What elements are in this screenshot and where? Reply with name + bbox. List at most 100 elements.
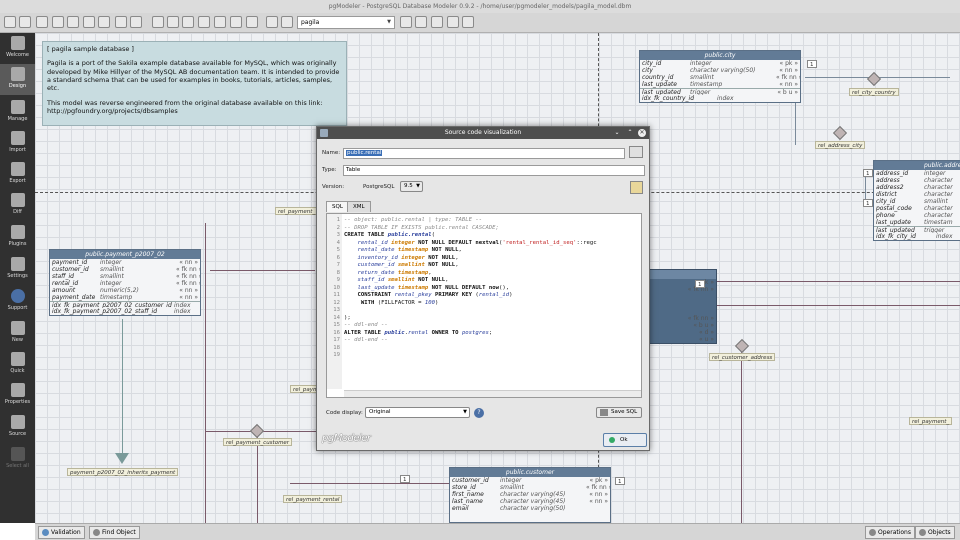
table-row[interactable]: city character varying(50) « nn »: [640, 67, 800, 74]
print-icon[interactable]: [98, 16, 110, 28]
table-row[interactable]: store_id smallint « fk nn »: [450, 484, 610, 491]
save-sql-button[interactable]: Save SQL: [596, 407, 642, 418]
table-row[interactable]: address_id integer: [874, 170, 960, 177]
relationship-diamond[interactable]: [866, 71, 882, 87]
relationship-label[interactable]: rel_payment_: [909, 417, 953, 425]
table-row[interactable]: first_name character varying(45) « nn »: [450, 491, 610, 498]
minimize-icon[interactable]: ⌄: [613, 129, 621, 137]
table-row[interactable]: email character varying(50): [450, 505, 610, 512]
find-object-button[interactable]: Find Object: [89, 526, 140, 539]
schema-select[interactable]: pagila ▼: [297, 16, 395, 29]
table-row[interactable]: idx_fk_country_id index: [640, 95, 800, 102]
objects-button[interactable]: Objects: [915, 526, 955, 539]
table-row[interactable]: idx_fk_city_id index: [874, 233, 960, 240]
table-row[interactable]: amount numeric(5,2) « nn »: [50, 287, 200, 294]
dialog-titlebar[interactable]: Source code visualization ⌄ ⌃ ✕: [317, 127, 649, 139]
sidebar-item-design[interactable]: Design: [0, 64, 35, 95]
horizontal-scrollbar[interactable]: [344, 390, 641, 397]
zoom-in-icon[interactable]: [152, 16, 164, 28]
save-icon[interactable]: [36, 16, 48, 28]
table-row[interactable]: rental_id integer « fk nn »: [50, 280, 200, 287]
table-city[interactable]: public.city city_id integer « pk » city cha…: [639, 50, 801, 103]
sidebar-item-new[interactable]: New: [0, 318, 35, 349]
table-row[interactable]: address character: [874, 177, 960, 184]
save-as-icon[interactable]: [67, 16, 79, 28]
diff-icon[interactable]: [130, 16, 142, 28]
version-select[interactable]: 9.5 ▼: [400, 181, 423, 192]
relationship-diamond[interactable]: [249, 423, 265, 439]
settings-icon[interactable]: [462, 16, 474, 28]
close-icon[interactable]: ✕: [638, 129, 646, 137]
code-options-icon[interactable]: [630, 181, 643, 194]
sidebar-item-properties[interactable]: Properties: [0, 380, 35, 411]
open-icon[interactable]: [19, 16, 31, 28]
table-row[interactable]: postal_code character: [874, 205, 960, 212]
sidebar-item-import[interactable]: Import: [0, 128, 35, 159]
table-row[interactable]: city_id smallint: [874, 198, 960, 205]
sidebar-item-select-all[interactable]: Select all: [0, 444, 35, 475]
table-row[interactable]: country_id smallint « fk nn »: [640, 74, 800, 81]
code-display-select[interactable]: Original ▼: [365, 407, 470, 418]
table-customer[interactable]: public.customer customer_id integer « pk »…: [449, 467, 611, 523]
table-row[interactable]: idx_fk_payment_p2007_02_staff_id index: [50, 308, 200, 315]
table-row[interactable]: last_update timestamp « nn »: [640, 81, 800, 88]
sql-icon[interactable]: [431, 16, 443, 28]
relationship-label[interactable]: rel_address_city: [815, 141, 866, 149]
new-model-icon[interactable]: [4, 16, 16, 28]
sidebar-item-settings[interactable]: Settings: [0, 254, 35, 285]
zoom-out-icon[interactable]: [167, 16, 179, 28]
table-row[interactable]: last_update timestam: [874, 219, 960, 226]
grid-icon[interactable]: [214, 16, 226, 28]
tab-sql[interactable]: SQL: [326, 201, 349, 212]
table-row[interactable]: last_updated trigger « b u »: [640, 88, 800, 95]
edit-object-icon[interactable]: [629, 146, 643, 158]
sidebar-item-export[interactable]: Export: [0, 159, 35, 190]
relationship-diamond[interactable]: [734, 338, 750, 354]
table-row[interactable]: customer_id integer « pk »: [450, 477, 610, 484]
overview-icon[interactable]: [400, 16, 412, 28]
table-row[interactable]: address2 character: [874, 184, 960, 191]
relationship-diamond[interactable]: [832, 125, 848, 141]
relationship-label[interactable]: rel_payment_customer: [223, 438, 293, 446]
back-icon[interactable]: [266, 16, 278, 28]
layers-icon[interactable]: [447, 16, 459, 28]
import-icon[interactable]: [115, 16, 127, 28]
forward-icon[interactable]: [281, 16, 293, 28]
table-row[interactable]: last_name character varying(45) « nn »: [450, 498, 610, 505]
folder-icon[interactable]: [52, 16, 64, 28]
sidebar-item-plugins[interactable]: Plugins: [0, 222, 35, 253]
operations-button[interactable]: Operations: [865, 526, 915, 539]
sidebar-item-support[interactable]: Support: [0, 286, 35, 317]
name-field[interactable]: public.rental: [343, 148, 625, 159]
table-row[interactable]: payment_id integer « nn »: [50, 259, 200, 266]
ok-button[interactable]: Ok: [603, 433, 647, 447]
table-row[interactable]: city_id integer « pk »: [640, 60, 800, 67]
model-note[interactable]: [ pagila sample database ] Pagila is a p…: [42, 41, 347, 126]
sidebar-item-welcome[interactable]: Welcome: [0, 33, 35, 64]
arrange-icon[interactable]: [415, 16, 427, 28]
relationship-label[interactable]: rel_payment_: [275, 207, 319, 215]
help-icon[interactable]: ?: [474, 408, 484, 418]
export-icon[interactable]: [83, 16, 95, 28]
sidebar-item-quick[interactable]: Quick: [0, 349, 35, 380]
relationship-label[interactable]: rel_city_country: [849, 88, 899, 96]
relationship-label[interactable]: rel_payment_rental: [283, 495, 343, 503]
table-address[interactable]: public.address address_id integer address…: [873, 160, 960, 241]
delimiters-icon[interactable]: [246, 16, 258, 28]
table-payment-p2007-02[interactable]: public.payment_p2007_02 payment_id intege…: [49, 249, 201, 316]
source-code-editor[interactable]: 1 2 3 4 5 6 7 8 9 10 11 12 13 14 15 16 1…: [326, 213, 642, 398]
validation-button[interactable]: Validation: [38, 526, 85, 539]
relationship-label[interactable]: payment_p2007_02_inherits_payment: [67, 468, 179, 476]
relationship-label[interactable]: rel_customer_address: [709, 353, 776, 361]
table-row[interactable]: staff_id smallint « fk nn »: [50, 273, 200, 280]
align-grid-icon[interactable]: [230, 16, 242, 28]
fit-icon[interactable]: [198, 16, 210, 28]
table-partial-hidden[interactable]: « pk » « fk nn » « fk nn » « b u » « d »…: [647, 269, 717, 344]
table-row[interactable]: customer_id smallint « fk nn »: [50, 266, 200, 273]
maximize-icon[interactable]: ⌃: [626, 129, 634, 137]
sidebar-item-diff[interactable]: Diff: [0, 190, 35, 221]
tab-xml[interactable]: XML: [347, 201, 371, 212]
zoom-normal-icon[interactable]: [182, 16, 194, 28]
sidebar-item-source[interactable]: Source: [0, 412, 35, 443]
table-row[interactable]: payment_date timestamp « nn »: [50, 294, 200, 301]
